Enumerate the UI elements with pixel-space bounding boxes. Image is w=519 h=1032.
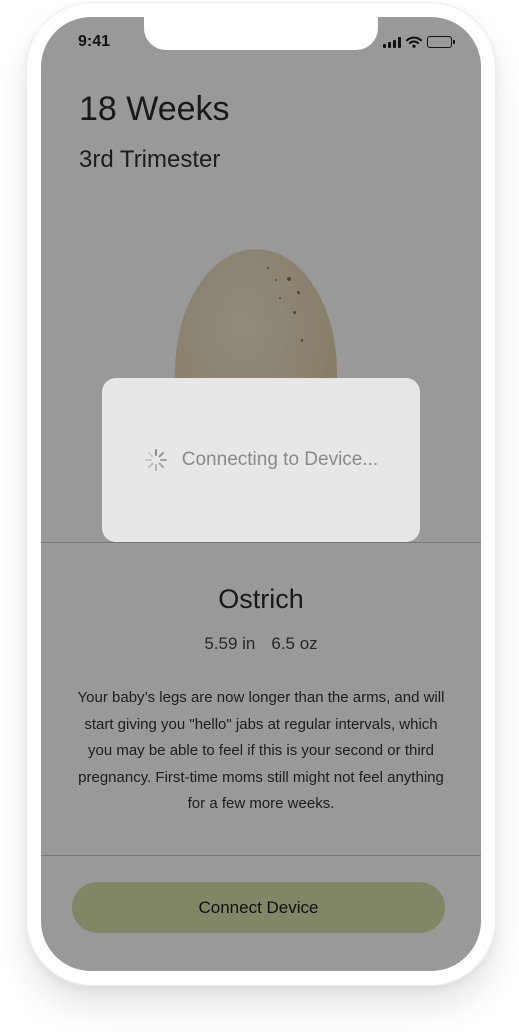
loading-message: Connecting to Device...: [181, 449, 379, 470]
activity-spinner-icon: [144, 448, 168, 472]
loading-hud: Connecting to Device...: [102, 378, 420, 542]
cellular-signal-icon: [383, 36, 401, 48]
status-icons: [383, 36, 455, 48]
wifi-icon: [406, 36, 422, 48]
device-notch: [144, 17, 378, 50]
battery-icon: [427, 36, 455, 48]
status-time: 9:41: [78, 33, 111, 50]
app-screen: 9:41 18 Weeks 3rd Trimester Ostrich 5.59…: [41, 17, 481, 971]
